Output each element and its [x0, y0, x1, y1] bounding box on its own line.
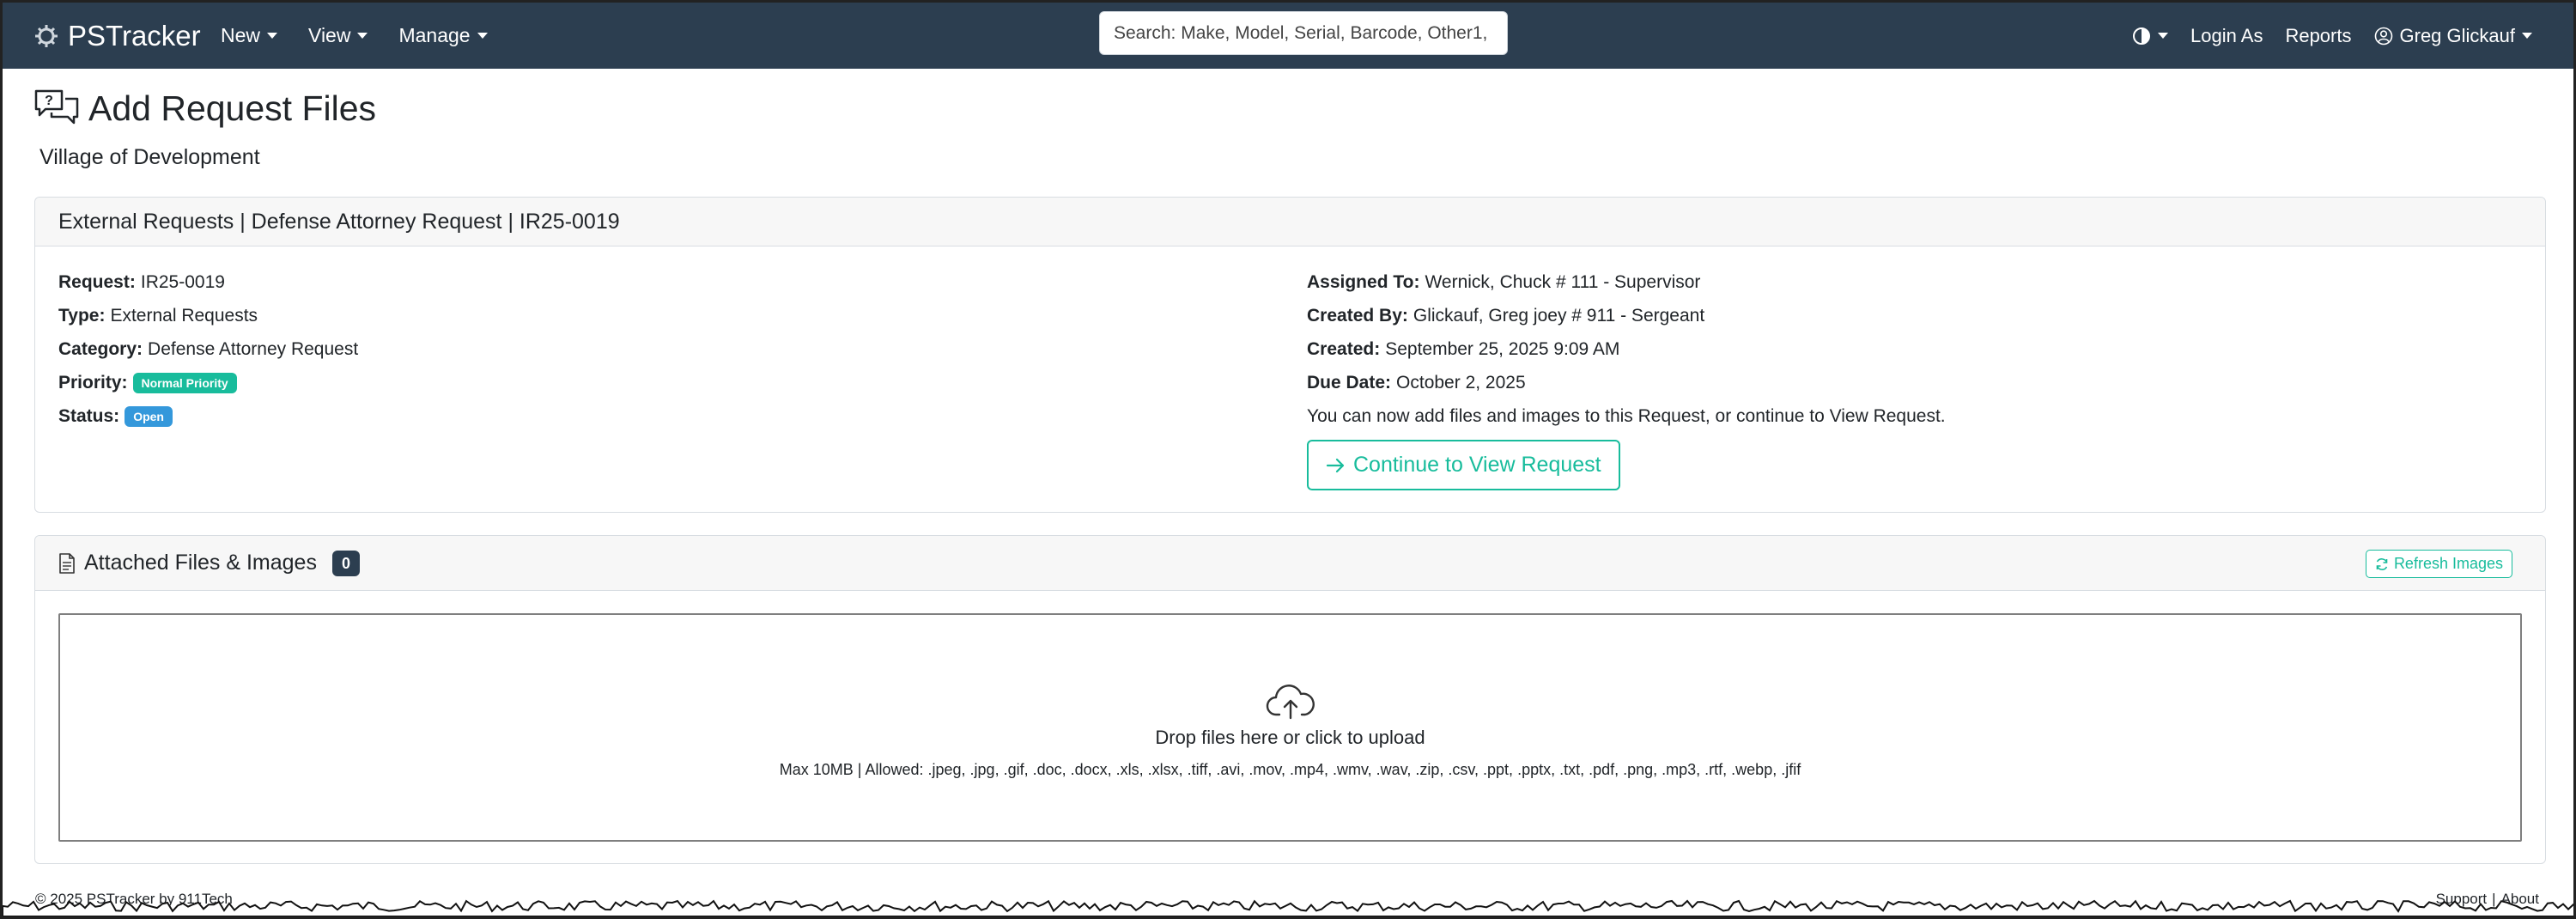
created-label: Created:	[1307, 338, 1381, 359]
search-box	[1099, 11, 1508, 55]
cloud-upload-icon	[1266, 684, 1315, 719]
user-circle-icon	[2374, 27, 2392, 45]
status-row: Status: Open	[58, 399, 358, 433]
brand-name: PSTracker	[68, 19, 201, 52]
files-card-title: Attached Files & Images	[84, 551, 317, 575]
category-row: Category: Defense Attorney Request	[58, 332, 358, 366]
request-card-header: External Requests | Defense Attorney Req…	[35, 198, 2545, 246]
file-icon	[59, 552, 75, 574]
refresh-icon	[2376, 557, 2388, 570]
info-message-text: You can now add files and images to this…	[1307, 405, 1946, 426]
type-row: Type: External Requests	[58, 299, 358, 332]
svg-text:?: ?	[45, 94, 53, 108]
refresh-button-label: Refresh Images	[2393, 555, 2503, 572]
category-label: Category:	[58, 338, 143, 359]
info-message: You can now add files and images to this…	[1307, 399, 1946, 433]
theme-toggle[interactable]	[2132, 27, 2169, 46]
category-value: Defense Attorney Request	[148, 338, 359, 359]
dropzone-allowed-types: Max 10MB | Allowed: .jpeg, .jpg, .gif, .…	[779, 760, 1801, 778]
request-details-right: Assigned To: Wernick, Chuck # 111 - Supe…	[1307, 265, 1946, 490]
menu-new[interactable]: New	[221, 24, 278, 47]
continue-to-view-request-button[interactable]: Continue to View Request	[1307, 440, 1620, 490]
caret-down-icon	[357, 33, 368, 39]
created-by-row: Created By: Glickauf, Greg joey # 911 - …	[1307, 299, 1946, 332]
due-date-label: Due Date:	[1307, 372, 1392, 393]
type-value: External Requests	[110, 305, 258, 326]
app-window: PSTracker New View Manage Search: Make, …	[0, 0, 2576, 919]
login-as-label: Login As	[2190, 24, 2263, 46]
torn-edge-decoration	[3, 899, 2573, 916]
request-number-row: Request: IR25-0019	[58, 265, 358, 299]
page-heading: Add Request Files	[88, 88, 377, 128]
arrow-right-icon	[1326, 458, 1345, 472]
menu-view-label: View	[308, 24, 351, 46]
created-value: September 25, 2025 9:09 AM	[1385, 338, 1620, 359]
page-title: ? Add Request Files	[33, 87, 376, 130]
attached-files-card: Attached Files & Images 0 Refresh Images…	[34, 535, 2546, 864]
caret-down-icon	[477, 33, 488, 39]
assigned-value: Wernick, Chuck # 111 - Supervisor	[1425, 271, 1701, 292]
request-details-left: Request: IR25-0019 Type: External Reques…	[58, 265, 358, 433]
assigned-row: Assigned To: Wernick, Chuck # 111 - Supe…	[1307, 265, 1946, 299]
top-navbar: PSTracker New View Manage Search: Make, …	[3, 3, 2573, 69]
created-by-value: Glickauf, Greg joey # 911 - Sergeant	[1413, 305, 1705, 326]
due-date-row: Due Date: October 2, 2025	[1307, 366, 1946, 399]
login-as-link[interactable]: Login As	[2190, 25, 2263, 47]
question-chat-icon: ?	[34, 89, 79, 125]
brand-link[interactable]: PSTracker	[33, 3, 201, 69]
file-dropzone[interactable]: Drop files here or click to upload Max 1…	[58, 613, 2522, 842]
assigned-label: Assigned To:	[1307, 271, 1420, 292]
reports-label: Reports	[2285, 24, 2352, 46]
status-label: Status:	[58, 405, 120, 426]
gear-logo-icon	[35, 24, 58, 47]
request-label: Request:	[58, 271, 136, 292]
file-count-badge: 0	[331, 550, 360, 576]
priority-row: Priority: Normal Priority	[58, 366, 358, 399]
created-by-label: Created By:	[1307, 305, 1408, 326]
caret-down-icon	[2158, 33, 2169, 39]
priority-label: Priority:	[58, 372, 128, 393]
request-value: IR25-0019	[140, 271, 225, 292]
menu-view[interactable]: View	[308, 24, 368, 47]
user-menu[interactable]: Greg Glickauf	[2374, 24, 2532, 47]
menu-manage-label: Manage	[398, 24, 471, 46]
due-date-value: October 2, 2025	[1396, 372, 1526, 393]
request-card-body: Request: IR25-0019 Type: External Reques…	[35, 246, 2545, 513]
request-details-card: External Requests | Defense Attorney Req…	[34, 197, 2546, 513]
refresh-images-button[interactable]: Refresh Images	[2365, 550, 2512, 578]
caret-down-icon	[2522, 33, 2532, 39]
search-input[interactable]	[1114, 22, 1493, 44]
main-menu: New View Manage	[221, 3, 488, 69]
dropzone-instructions: Drop files here or click to upload	[1155, 726, 1425, 748]
created-row: Created: September 25, 2025 9:09 AM	[1307, 332, 1946, 366]
priority-badge: Normal Priority	[132, 372, 237, 393]
nav-right: Login As Reports Greg Glickauf	[2132, 3, 2532, 69]
status-badge: Open	[125, 405, 173, 427]
type-label: Type:	[58, 305, 106, 326]
continue-button-label: Continue to View Request	[1353, 453, 1601, 477]
menu-new-label: New	[221, 24, 261, 46]
contrast-icon	[2133, 27, 2151, 45]
reports-link[interactable]: Reports	[2285, 25, 2351, 47]
menu-manage[interactable]: Manage	[398, 24, 488, 47]
caret-down-icon	[267, 33, 278, 39]
agency-name: Village of Development	[39, 145, 260, 169]
files-card-header: Attached Files & Images 0 Refresh Images	[35, 536, 2545, 591]
user-name: Greg Glickauf	[2399, 24, 2516, 46]
